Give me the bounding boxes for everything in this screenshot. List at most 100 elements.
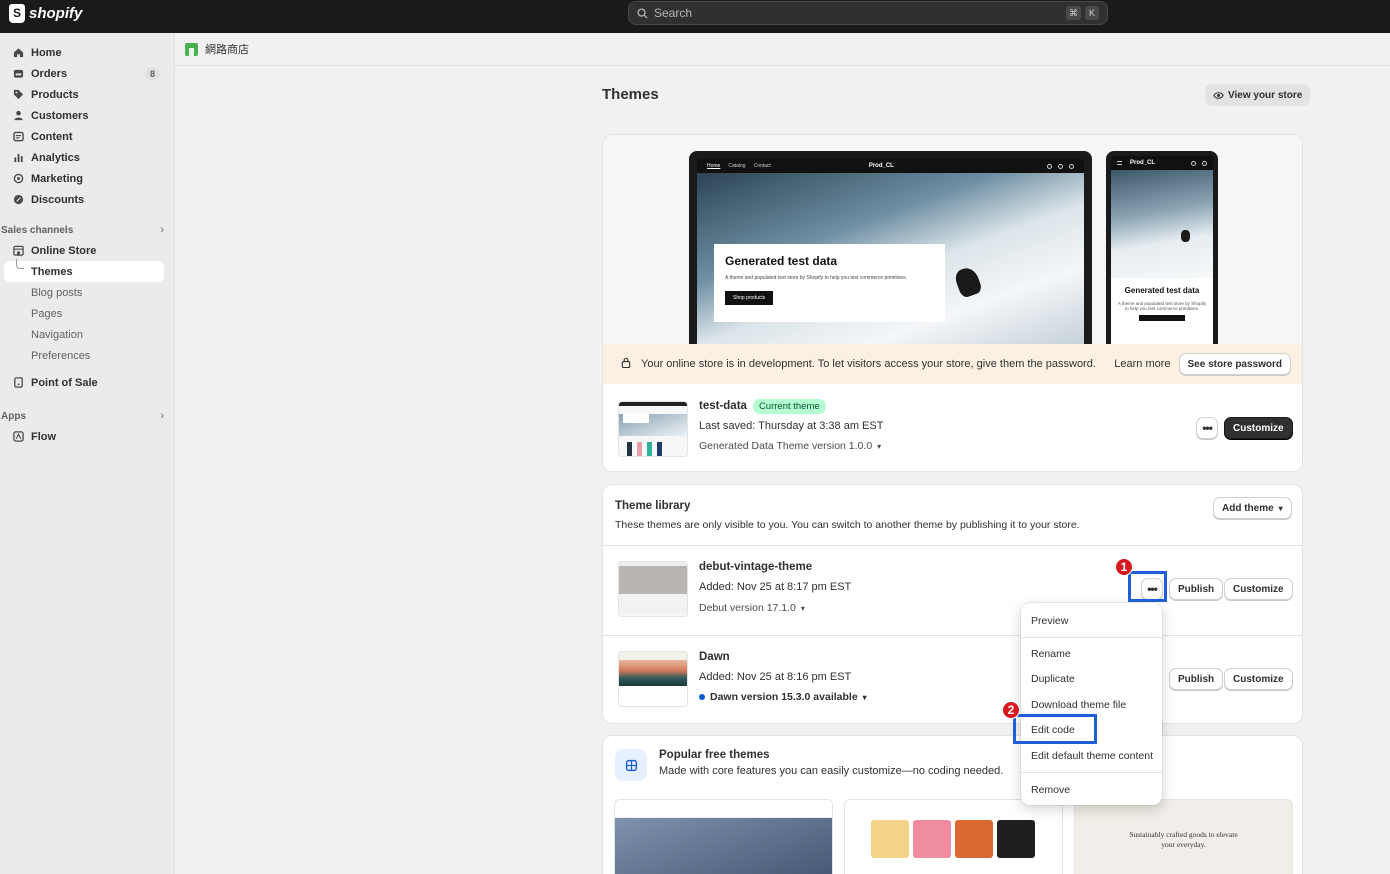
apps-header[interactable]: Apps › [1, 410, 164, 422]
store-icon [185, 42, 198, 56]
sidebar-item-label: Point of Sale [31, 376, 98, 389]
update-dot-icon [699, 694, 705, 700]
current-theme-badge: Current theme [752, 399, 826, 414]
current-theme-card: Home Catalog Contact Prod_CL Generated t… [602, 134, 1303, 472]
target-icon [12, 173, 24, 185]
menu-item-duplicate[interactable]: Duplicate [1031, 672, 1075, 686]
sidebar-item-products[interactable]: Products [4, 84, 164, 105]
sidebar: Home Orders 8 Products Customers Content… [0, 33, 175, 874]
mobile-preview: Prod_CL Generated test data A theme and … [1106, 151, 1218, 345]
logo-text: shopify [29, 5, 83, 22]
top-bar: shopify Search ⌘ K [0, 0, 1390, 33]
tag-icon [12, 89, 24, 101]
debut-publish-button[interactable]: Publish [1169, 578, 1224, 600]
menu-item-preview[interactable]: Preview [1031, 614, 1068, 628]
desktop-preview: Home Catalog Contact Prod_CL Generated t… [689, 151, 1092, 345]
tree-connector [16, 259, 24, 269]
menu-item-download-theme-file[interactable]: Download theme file [1031, 698, 1126, 712]
current-theme-customize-button[interactable]: Customize [1224, 417, 1293, 439]
sidebar-subitem-label: Blog posts [31, 286, 83, 299]
sidebar-item-label: Content [31, 130, 73, 143]
annotation-step-2-badge: 2 [1002, 701, 1020, 719]
sidebar-item-label: Products [31, 88, 79, 101]
dawn-theme-name: Dawn [699, 651, 730, 663]
sidebar-subitem-label: Pages [31, 307, 63, 320]
chevron-down-icon: ▾ [1278, 503, 1283, 513]
sidebar-item-home[interactable]: Home [4, 42, 164, 63]
learn-more-link[interactable]: Learn more [1114, 358, 1170, 370]
discount-icon [12, 194, 24, 206]
sidebar-subitem-pages[interactable]: Pages [4, 303, 164, 324]
dawn-theme-added: Added: Nov 25 at 8:16 pm EST [699, 671, 852, 683]
see-store-password-button[interactable]: See store password [1178, 353, 1291, 375]
dawn-customize-button[interactable]: Customize [1224, 668, 1293, 690]
dawn-update-row[interactable]: Dawn version 15.3.0 available ▾ [699, 691, 867, 703]
page-title: Themes [602, 86, 659, 103]
k-key: K [1085, 6, 1099, 20]
sidebar-item-label: Discounts [31, 193, 85, 206]
debut-theme-version: Debut version 17.1.0 [699, 602, 796, 614]
add-theme-button[interactable]: Add theme ▾ [1213, 497, 1292, 519]
debut-theme-name: debut-vintage-theme [699, 561, 813, 573]
sidebar-item-customers[interactable]: Customers [4, 105, 164, 126]
sidebar-item-analytics[interactable]: Analytics [4, 147, 164, 168]
sidebar-item-point-of-sale[interactable]: Point of Sale [4, 372, 164, 393]
sidebar-item-discounts[interactable]: Discounts [4, 189, 164, 210]
sidebar-item-online-store[interactable]: Online Store [4, 240, 164, 261]
sidebar-subitem-navigation[interactable]: Navigation [4, 324, 164, 345]
sidebar-item-flow[interactable]: Flow [4, 426, 164, 447]
current-theme-more-button[interactable]: ••• [1196, 417, 1218, 439]
popular-theme-thumbnail-1[interactable] [614, 799, 833, 874]
current-theme-row: test-data Current theme Last saved: Thurs… [603, 384, 1302, 471]
current-theme-version: Generated Data Theme version 1.0.0 [699, 440, 873, 452]
sidebar-item-label: Orders [31, 67, 68, 80]
annotation-highlight-more-button [1128, 571, 1167, 602]
sidebar-item-content[interactable]: Content [4, 126, 164, 147]
current-theme-version-row[interactable]: Generated Data Theme version 1.0.0 ▾ [699, 440, 881, 452]
mobile-hero-title: Generated test data [1124, 286, 1200, 295]
content-icon [12, 131, 24, 143]
dawn-publish-button[interactable]: Publish [1169, 668, 1224, 690]
search-input[interactable]: Search ⌘ K [628, 1, 1108, 25]
sidebar-item-label: Customers [31, 109, 89, 122]
popular-theme-3-tagline: Sustainably crafted goods to elevate you… [1129, 830, 1238, 849]
sidebar-item-marketing[interactable]: Marketing [4, 168, 164, 189]
debut-customize-button[interactable]: Customize [1224, 578, 1293, 600]
shopify-logo[interactable]: shopify [9, 4, 82, 23]
bar-chart-icon [12, 152, 24, 164]
current-theme-name-row: test-data Current theme [699, 399, 826, 414]
theme-library-card: Theme library These themes are only visi… [602, 484, 1303, 724]
add-theme-label: Add theme [1222, 502, 1274, 514]
chevron-right-icon: › [160, 224, 164, 236]
menu-divider [1021, 772, 1162, 773]
popular-theme-thumbnail-3[interactable]: Sustainably crafted goods to elevate you… [1074, 799, 1293, 874]
sidebar-item-label: Marketing [31, 172, 83, 185]
divider [603, 635, 1302, 636]
preview-hero-text: A theme and populated test store by Shop… [725, 275, 908, 281]
theme-store-icon [615, 749, 647, 781]
sidebar-subitem-label: Themes [31, 265, 73, 278]
debut-version-row[interactable]: Debut version 17.1.0 ▾ [699, 602, 805, 614]
skier-image [952, 265, 984, 299]
sidebar-item-orders[interactable]: Orders 8 [4, 63, 164, 84]
theme-preview: Home Catalog Contact Prod_CL Generated t… [603, 135, 1302, 345]
view-store-label: View your store [1228, 89, 1303, 101]
popular-themes-title: Popular free themes [659, 749, 770, 761]
sidebar-item-label: Analytics [31, 151, 80, 164]
menu-item-rename[interactable]: Rename [1031, 647, 1071, 661]
sidebar-subitem-themes[interactable]: Themes [4, 261, 164, 282]
apps-label: Apps [1, 410, 26, 422]
menu-item-remove[interactable]: Remove [1031, 783, 1070, 797]
store-name[interactable]: 網路商店 [205, 41, 249, 57]
popular-theme-thumbnail-2[interactable] [844, 799, 1063, 874]
sidebar-subitem-blog-posts[interactable]: Blog posts [4, 282, 164, 303]
sidebar-subitem-preferences[interactable]: Preferences [4, 345, 164, 366]
sidebar-item-label: Online Store [31, 244, 97, 257]
menu-item-edit-default-theme-content[interactable]: Edit default theme content [1031, 749, 1153, 763]
sales-channels-label: Sales channels [1, 224, 74, 236]
dev-store-banner: Your online store is in development. To … [603, 344, 1302, 384]
view-store-button[interactable]: View your store [1205, 84, 1311, 106]
home-icon [12, 47, 24, 59]
storefront-icon [12, 245, 24, 257]
sales-channels-header[interactable]: Sales channels › [1, 224, 164, 236]
